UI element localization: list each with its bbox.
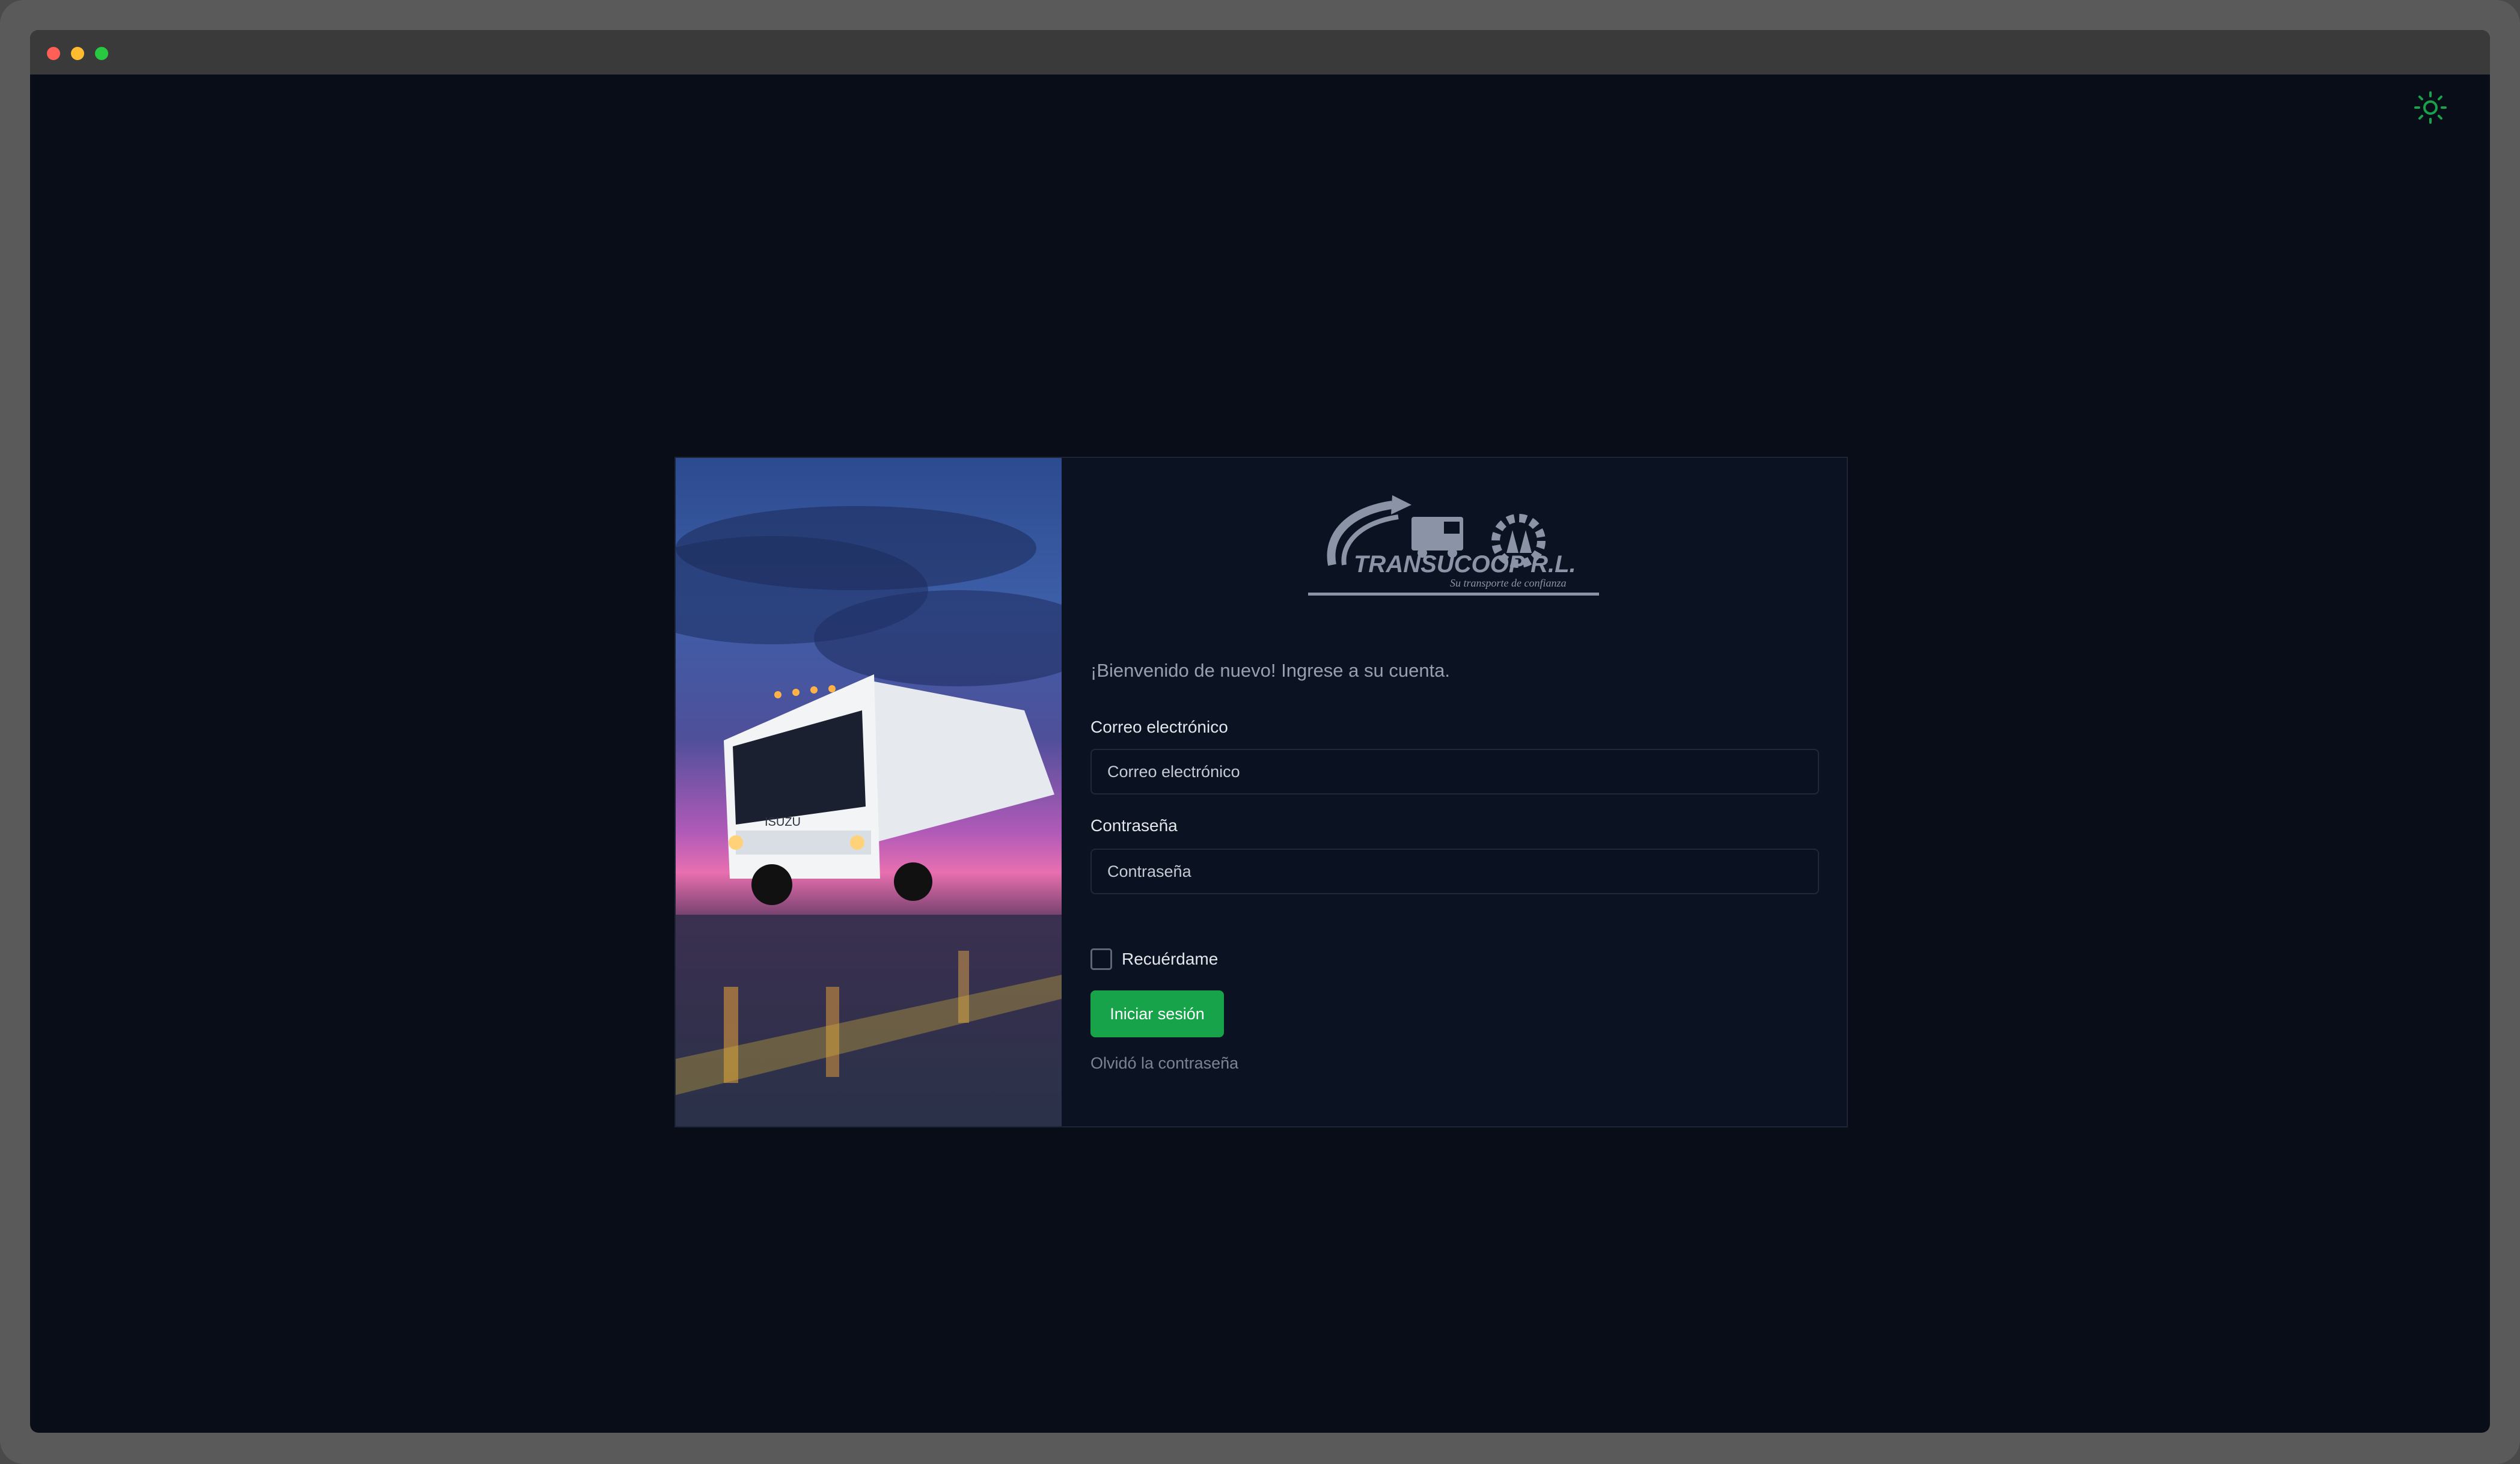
window-maximize-button[interactable]: [95, 47, 108, 60]
window-close-button[interactable]: [47, 47, 60, 60]
truck-photo: ISUZU: [676, 458, 1062, 1126]
theme-toggle-button[interactable]: [2413, 90, 2448, 125]
email-label: Correo electrónico: [1090, 718, 1228, 736]
screen-frame: ISUZU TRANSUCOOP R.L. Su transporte de c…: [0, 0, 2520, 1464]
window-minimize-button[interactable]: [71, 47, 84, 60]
truck-badge: ISUZU: [765, 816, 801, 829]
remember-me-checkbox[interactable]: [1090, 948, 1112, 970]
email-field[interactable]: [1090, 749, 1819, 795]
welcome-message: ¡Bienvenido de nuevo! Ingrese a su cuent…: [1090, 660, 1451, 681]
company-logo: TRANSUCOOP R.L. Su transporte de confian…: [1308, 493, 1603, 600]
logo-wordmark: TRANSUCOOP R.L.: [1354, 551, 1576, 578]
remember-me-label[interactable]: Recuérdame: [1122, 950, 1218, 969]
login-form: TRANSUCOOP R.L. Su transporte de confian…: [1090, 458, 1819, 1126]
logo-tagline: Su transporte de confianza: [1450, 577, 1567, 589]
window-titlebar: [30, 30, 2490, 75]
forgot-password-link[interactable]: Olvidó la contraseña: [1090, 1054, 1238, 1073]
sun-icon: [2414, 91, 2447, 124]
login-button[interactable]: Iniciar sesión: [1090, 990, 1224, 1037]
password-field[interactable]: [1090, 849, 1819, 894]
browser-window: ISUZU TRANSUCOOP R.L. Su transporte de c…: [30, 30, 2490, 1433]
login-card: ISUZU TRANSUCOOP R.L. Su transporte de c…: [674, 457, 1848, 1127]
password-label: Contraseña: [1090, 816, 1178, 835]
